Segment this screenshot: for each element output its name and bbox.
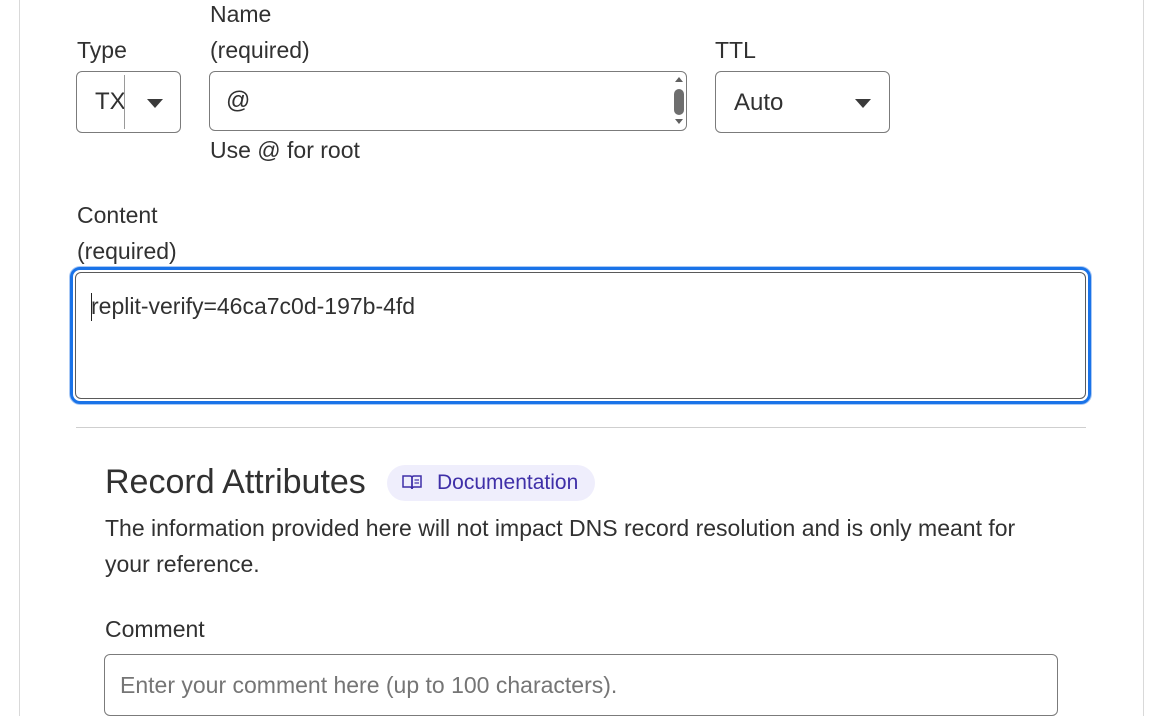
content-textarea-value: replit-verify=46ca7c0d-197b-4fd	[91, 293, 416, 319]
name-required-label: (required)	[210, 37, 310, 63]
record-attributes-heading: Record Attributes	[105, 463, 366, 501]
ttl-select-value: Auto	[734, 89, 784, 116]
scroll-up-icon[interactable]	[675, 77, 683, 82]
section-divider	[76, 427, 1086, 428]
ttl-label: TTL	[715, 37, 756, 63]
documentation-link-label: Documentation	[437, 471, 579, 494]
name-input-value: @	[226, 87, 251, 114]
name-hint: Use @ for root	[210, 137, 360, 163]
record-attributes-description: The information provided here will not i…	[105, 515, 1016, 577]
name-label: Name	[210, 1, 272, 27]
triangle-down-icon	[855, 99, 871, 108]
name-input[interactable]: @	[209, 71, 687, 131]
book-icon	[402, 475, 422, 490]
ttl-select[interactable]: Auto	[715, 71, 890, 133]
documentation-link[interactable]: Documentation	[387, 465, 595, 501]
name-input-scrollbar-thumb[interactable]	[674, 89, 684, 115]
type-label: Type	[77, 37, 127, 63]
comment-label: Comment	[105, 616, 205, 642]
type-select[interactable]: TX	[76, 71, 181, 133]
type-select-divider	[124, 75, 125, 129]
triangle-down-icon	[147, 99, 163, 108]
content-required-label: (required)	[77, 238, 177, 264]
scroll-down-icon[interactable]	[675, 119, 683, 124]
type-select-value: TX	[95, 88, 125, 115]
content-textarea[interactable]: replit-verify=46ca7c0d-197b-4fd	[75, 272, 1086, 399]
content-label: Content	[77, 202, 158, 228]
comment-input[interactable]	[104, 654, 1058, 716]
